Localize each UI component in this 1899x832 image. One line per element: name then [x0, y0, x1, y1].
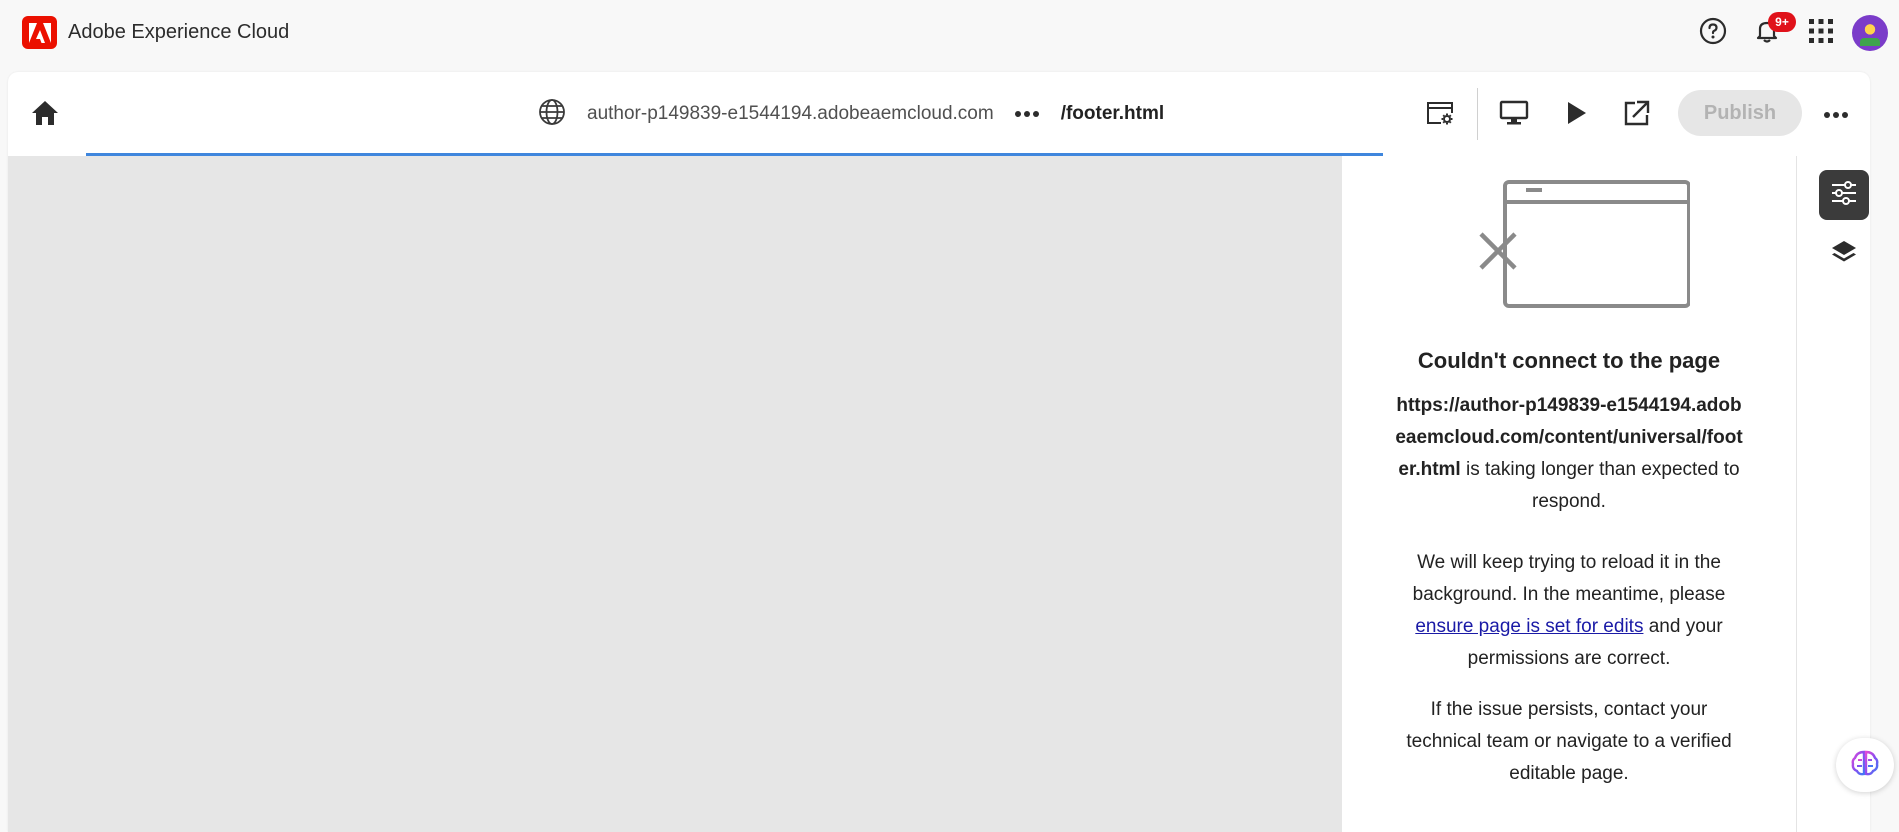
- avatar: [1852, 15, 1888, 51]
- app-grid-icon: [1808, 18, 1834, 49]
- page-properties-icon: [1425, 99, 1455, 132]
- properties-rail-button[interactable]: [1819, 170, 1869, 220]
- layers-rail-button[interactable]: [1819, 229, 1869, 279]
- publish-button[interactable]: Publish: [1678, 90, 1802, 136]
- desktop-icon: [1499, 99, 1529, 132]
- play-icon: [1563, 100, 1589, 131]
- more-horizontal-icon: [1014, 105, 1040, 123]
- editor-card: author-p149839-e1544194.adobeaemcloud.co…: [8, 72, 1870, 832]
- editor-toolbar: author-p149839-e1544194.adobeaemcloud.co…: [8, 72, 1870, 156]
- home-icon: [30, 99, 60, 132]
- open-in-new-icon: [1623, 99, 1651, 132]
- open-external-button[interactable]: [1616, 94, 1658, 136]
- brand[interactable]: Adobe Experience Cloud: [22, 16, 289, 49]
- url-more-button[interactable]: [1009, 96, 1045, 132]
- broken-page-illustration-icon: [1470, 176, 1691, 316]
- ai-assistant-button[interactable]: [1836, 738, 1894, 792]
- adobe-logo-icon: [22, 16, 57, 49]
- url-path[interactable]: /footer.html: [1061, 103, 1164, 125]
- error-panel: Couldn't connect to the page https://aut…: [1342, 156, 1796, 832]
- brand-name: Adobe Experience Cloud: [68, 21, 290, 43]
- globe-icon: [538, 98, 566, 131]
- url-host[interactable]: author-p149839-e1544194.adobeaemcloud.co…: [587, 103, 994, 125]
- more-horizontal-icon: [1823, 106, 1849, 124]
- error-suffix: is taking longer than expected to respon…: [1460, 459, 1740, 512]
- ensure-edits-link[interactable]: ensure page is set for edits: [1415, 616, 1643, 637]
- more-actions-button[interactable]: [1815, 94, 1857, 136]
- profile-button[interactable]: [1849, 12, 1891, 54]
- ai-assistant-icon: [1850, 749, 1880, 782]
- error-message: https://author-p149839-e1544194.adobeaem…: [1394, 390, 1744, 518]
- notifications-badge: 9+: [1768, 12, 1796, 32]
- sliders-icon: [1830, 180, 1858, 211]
- apps-button[interactable]: [1800, 12, 1842, 54]
- device-preview-button[interactable]: [1493, 94, 1535, 136]
- help-circle-icon: [1699, 17, 1727, 50]
- error-title: Couldn't connect to the page: [1417, 348, 1721, 373]
- page-canvas[interactable]: [8, 156, 1342, 832]
- retry-message: We will keep trying to reload it in the …: [1394, 547, 1744, 675]
- help-button[interactable]: [1692, 12, 1734, 54]
- notifications-button[interactable]: 9+: [1746, 12, 1796, 54]
- page-properties-button[interactable]: [1419, 94, 1461, 136]
- globe-button[interactable]: [534, 96, 570, 132]
- retry-prefix: We will keep trying to reload it in the …: [1412, 552, 1726, 605]
- persist-message: If the issue persists, contact your tech…: [1406, 699, 1732, 784]
- layers-icon: [1830, 238, 1858, 271]
- preview-button[interactable]: [1555, 94, 1597, 136]
- toolbar-divider: [1477, 88, 1478, 140]
- shell-header: Adobe Experience Cloud 9+: [0, 0, 1899, 66]
- right-rail: [1796, 156, 1870, 832]
- url-bar: author-p149839-e1544194.adobeaemcloud.co…: [534, 92, 1164, 136]
- home-button[interactable]: [24, 94, 66, 136]
